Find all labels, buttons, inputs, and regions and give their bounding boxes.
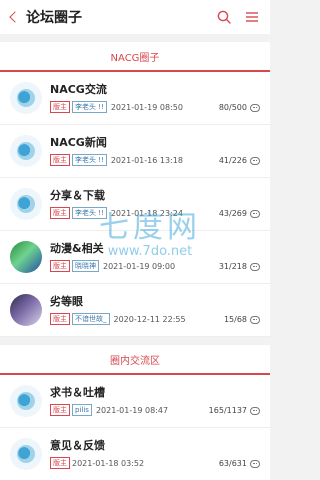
forum-name: NACG交流 [50,83,107,96]
forum-name: 劣等眼 [50,295,83,308]
back-button[interactable] [0,0,26,34]
last-post-date: 2021-01-18 23:24 [110,208,183,218]
last-post-date: 2021-01-18 03:52 [72,458,145,468]
forum-name: 动漫&相关 [50,242,104,255]
section-header-nacg: NACG圈子 [0,42,270,72]
post-counts: 31/218 [219,262,260,271]
comment-icon [250,156,260,165]
comment-icon [250,406,260,415]
last-post-date: 2021-01-19 08:50 [110,102,183,112]
forum-item-book-request[interactable]: 求书＆吐槽 版主 pilis 2021-01-19 08:47 165/1137 [0,375,270,428]
forum-item-nacg-chat[interactable]: NACG交流 版主 李老头 !! 2021-01-19 08:50 80/500 [0,72,270,125]
comment-icon [250,209,260,218]
moderator-name[interactable]: 李老头 !! [72,154,107,166]
moderator-badge: 版主 [50,207,70,219]
comment-icon [250,103,260,112]
last-post-date: 2020-12-11 22:55 [113,314,186,324]
forum-avatar [10,294,42,326]
forum-name: NACG新闻 [50,136,107,149]
counts-text: 15/68 [223,315,247,324]
moderator-badge: 版主 [50,313,70,325]
moderator-badge: 版主 [50,101,70,113]
moderator-name[interactable]: pilis [72,404,92,416]
forum-list-nacg: NACG交流 版主 李老头 !! 2021-01-19 08:50 80/500… [0,72,270,337]
comment-icon [250,315,260,324]
forum-list-circle-chat: 求书＆吐槽 版主 pilis 2021-01-19 08:47 165/1137… [0,375,270,480]
post-counts: 15/68 [224,315,260,324]
moderator-badge: 版主 [50,260,70,272]
counts-text: 43/269 [218,209,247,218]
moderator-name[interactable]: 晓晓神 [72,260,99,272]
moderator-badge: 版主 [50,154,70,166]
forum-item-share-download[interactable]: 分享＆下载 版主 李老头 !! 2021-01-18 23:24 43/269 [0,178,270,231]
moderator-name[interactable]: 不谙世故_ [72,313,110,325]
forum-item-nacg-news[interactable]: NACG新闻 版主 李老头 !! 2021-01-16 13:18 41/226 [0,125,270,178]
forum-avatar [10,438,42,470]
last-post-date: 2021-01-19 08:47 [95,405,169,415]
counts-text: 63/631 [218,459,247,468]
header-actions [214,0,262,34]
forum-avatar [10,241,42,273]
moderator-badge: 版主 [50,457,70,469]
comment-icon [250,262,260,271]
forum-item-feedback[interactable]: 意见＆反馈 版主 2021-01-18 03:52 63/631 [0,428,270,480]
last-post-date: 2021-01-19 09:00 [103,261,176,271]
page-title: 论坛圈子 [26,10,82,26]
menu-button[interactable] [242,7,262,27]
moderator-badge: 版主 [50,404,70,416]
search-icon [217,10,231,24]
search-button[interactable] [214,7,234,27]
post-counts: 43/269 [219,209,260,218]
moderator-name[interactable]: 李老头 !! [72,101,107,113]
post-counts: 63/631 [219,459,260,468]
forum-name: 求书＆吐槽 [50,386,105,399]
forum-avatar [10,188,42,220]
forum-avatar [10,385,42,417]
forum-name: 分享＆下载 [50,189,105,202]
post-counts: 165/1137 [209,406,260,415]
chevron-left-icon [9,11,21,23]
comment-icon [250,459,260,468]
forum-item-inferior-eye[interactable]: 劣等眼 版主 不谙世故_ 2020-12-11 22:55 15/68 [0,284,270,337]
counts-text: 41/226 [218,156,247,165]
section-title: NACG圈子 [110,52,160,64]
counts-text: 80/500 [218,103,247,112]
last-post-date: 2021-01-16 13:18 [110,155,183,165]
forum-avatar [10,82,42,114]
section-header-circle-chat: 圈内交流区 [0,345,270,375]
post-counts: 80/500 [219,103,260,112]
counts-text: 31/218 [218,262,247,271]
moderator-name[interactable]: 李老头 !! [72,207,107,219]
section-title: 圈内交流区 [110,355,160,367]
post-counts: 41/226 [219,156,260,165]
forum-avatar [10,135,42,167]
counts-text: 165/1137 [208,406,247,415]
forum-name: 意见＆反馈 [50,439,105,452]
forum-item-anime[interactable]: 动漫&相关 版主 晓晓神 2021-01-19 09:00 31/218 [0,231,270,284]
menu-icon [246,12,258,22]
top-bar: 论坛圈子 [0,0,270,34]
